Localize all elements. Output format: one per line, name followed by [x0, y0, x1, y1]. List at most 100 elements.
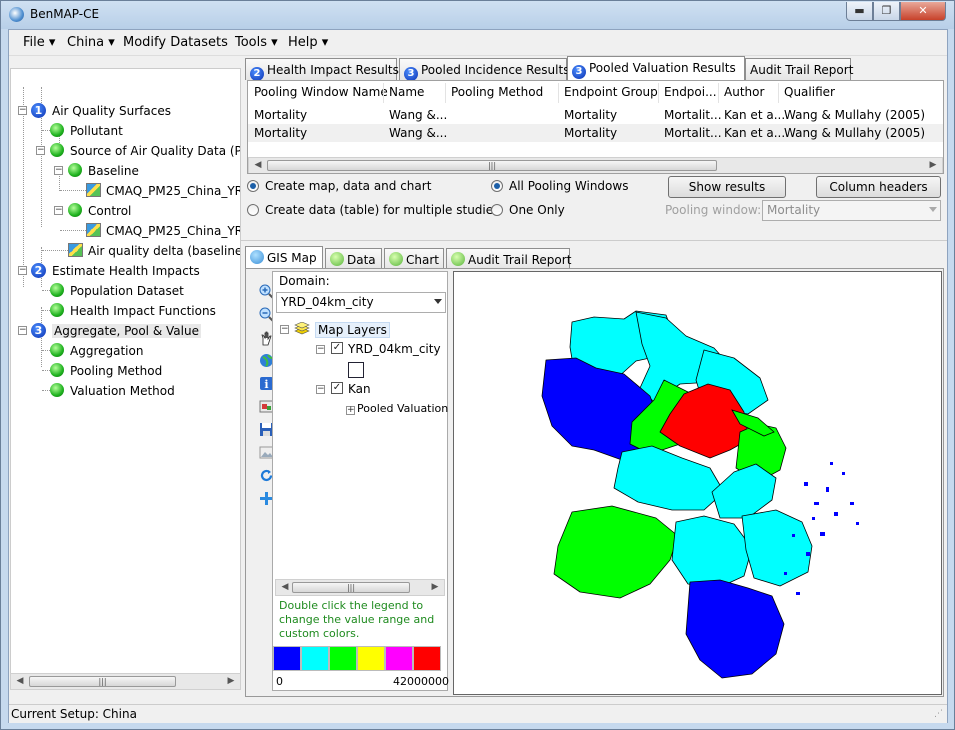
tab-audit-trail-report[interactable]: Audit Trail Report	[745, 58, 853, 80]
all-windows-radio[interactable]	[491, 180, 503, 192]
tab-data[interactable]: Data	[325, 248, 382, 269]
tab-chart[interactable]: Chart	[384, 248, 444, 269]
column-headers-button[interactable]: Column headers	[816, 176, 941, 198]
menu-help[interactable]: Help ▾	[288, 35, 328, 50]
expand-toggle[interactable]: −	[280, 325, 289, 334]
title-bar[interactable]: BenMAP-CE ▬ ❐ ✕	[1, 1, 954, 29]
minimize-button[interactable]: ▬	[846, 2, 873, 21]
table-row[interactable]: Mortality Wang &... Mortality Mortalit..…	[248, 106, 943, 124]
scroll-left-icon[interactable]: ◀	[278, 581, 292, 594]
tab-audit-trail-report-bottom[interactable]: Audit Trail Report	[446, 248, 571, 269]
layer-kan[interactable]: Kan	[348, 382, 371, 396]
scroll-left-icon[interactable]: ◀	[251, 159, 265, 172]
ramp-swatch-red[interactable]	[413, 646, 441, 671]
col-header[interactable]: Qualifier	[784, 85, 835, 99]
expand-toggle[interactable]: +	[346, 406, 355, 415]
domain-select[interactable]: YRD_04km_city	[276, 292, 446, 313]
col-header[interactable]: Name	[389, 85, 424, 99]
tree-control-file[interactable]: CMAQ_PM25_China_YRD_	[106, 224, 240, 238]
expand-toggle[interactable]: −	[18, 106, 27, 115]
tab-gis-map[interactable]: GIS Map	[245, 246, 323, 269]
map-layers-icon	[294, 322, 310, 335]
col-header[interactable]: Endpoi...	[664, 85, 717, 99]
gis-map-view[interactable]	[453, 271, 942, 695]
menu-file[interactable]: File ▾	[23, 35, 55, 50]
grid-horizontal-scrollbar[interactable]: ◀ ||| ▶	[248, 157, 943, 173]
create-table-label[interactable]: Create data (table) for multiple studies	[265, 203, 499, 217]
status-bar: Current Setup: China ⋰	[9, 704, 947, 723]
expand-toggle[interactable]: −	[36, 146, 45, 155]
menu-tools[interactable]: Tools ▾	[235, 35, 278, 50]
tab-pooled-incidence-results[interactable]: 3 Pooled Incidence Results	[399, 58, 569, 81]
step-3-icon: 3	[31, 323, 46, 338]
tree-pollutant[interactable]: Pollutant	[70, 124, 123, 138]
grid-file-icon	[86, 223, 101, 237]
tree-baseline[interactable]: Baseline	[88, 164, 139, 178]
chevron-down-icon	[929, 207, 937, 212]
expand-toggle[interactable]: −	[54, 206, 63, 215]
tree-estimate-health-impacts[interactable]: Estimate Health Impacts	[52, 264, 200, 278]
menu-china[interactable]: China ▾	[67, 35, 115, 50]
map-layers-node[interactable]: Map Layers	[315, 322, 390, 338]
tree-valuation-method[interactable]: Valuation Method	[70, 384, 175, 398]
create-map-label[interactable]: Create map, data and chart	[265, 179, 431, 193]
cell: Kan et a...	[724, 108, 786, 122]
tree-source-of-aq-data[interactable]: Source of Air Quality Data (PM2	[70, 144, 240, 158]
col-header[interactable]: Pooling Window Name	[254, 85, 388, 99]
menu-modify-datasets[interactable]: Modify Datasets	[123, 35, 228, 50]
scroll-thumb[interactable]: |||	[267, 160, 717, 171]
tree-air-quality-surfaces[interactable]: Air Quality Surfaces	[52, 104, 171, 118]
pooling-window-select[interactable]: Mortality	[762, 200, 941, 221]
expand-toggle[interactable]: −	[18, 266, 27, 275]
tree-population-dataset[interactable]: Population Dataset	[70, 284, 184, 298]
tree-control[interactable]: Control	[88, 204, 131, 218]
scroll-right-icon[interactable]: ▶	[926, 159, 940, 172]
map-canvas[interactable]	[454, 272, 941, 694]
layer-checkbox[interactable]: ✓	[331, 342, 343, 354]
table-row[interactable]: Mortality Wang &... Mortality Mortalit..…	[248, 124, 943, 142]
scroll-right-icon[interactable]: ▶	[224, 675, 238, 688]
scroll-thumb[interactable]: |||	[29, 676, 176, 687]
ramp-swatch-cyan[interactable]	[301, 646, 329, 671]
expand-toggle[interactable]: −	[54, 166, 63, 175]
resize-grip-icon[interactable]: ⋰	[934, 709, 943, 719]
close-button[interactable]: ✕	[900, 2, 946, 21]
tab-pooled-valuation-results[interactable]: 3 Pooled Valuation Results	[567, 56, 745, 80]
ramp-swatch-magenta[interactable]	[385, 646, 413, 671]
tree-aq-delta[interactable]: Air quality delta (baseline -	[88, 244, 240, 258]
show-results-button[interactable]: Show results	[668, 176, 786, 198]
ramp-swatch-green[interactable]	[329, 646, 357, 671]
legend-horizontal-scrollbar[interactable]: ◀ ||| ▶	[275, 579, 445, 596]
one-only-radio[interactable]	[491, 204, 503, 216]
create-table-radio[interactable]	[247, 204, 259, 216]
layer-checkbox[interactable]: ✓	[331, 382, 343, 394]
create-map-radio[interactable]	[247, 180, 259, 192]
layer-yrd-04km-city[interactable]: YRD_04km_city	[348, 342, 441, 356]
layer-pooled-valuation[interactable]: Pooled Valuation	[357, 402, 448, 415]
client-area: File ▾ China ▾ Modify Datasets Tools ▾ H…	[8, 29, 948, 723]
scroll-right-icon[interactable]: ▶	[428, 581, 442, 594]
tab-label: GIS Map	[267, 251, 317, 265]
tree-baseline-file[interactable]: CMAQ_PM25_China_YRD_	[106, 184, 240, 198]
tree-health-impact-functions[interactable]: Health Impact Functions	[70, 304, 216, 318]
tab-health-impact-results[interactable]: 2 Health Impact Results	[245, 58, 399, 81]
ramp-swatch-yellow[interactable]	[357, 646, 385, 671]
maximize-button[interactable]: ❐	[873, 2, 900, 21]
col-header[interactable]: Pooling Method	[451, 85, 543, 99]
one-only-label[interactable]: One Only	[509, 203, 565, 217]
tree-aggregate-pool-value[interactable]: Aggregate, Pool & Value	[52, 324, 201, 338]
scroll-thumb[interactable]: |||	[292, 582, 410, 593]
tree-horizontal-scrollbar[interactable]: ◀ ||| ▶	[10, 673, 241, 690]
ramp-swatch-blue[interactable]	[273, 646, 301, 671]
col-header[interactable]: Endpoint Group	[564, 85, 658, 99]
layer-symbol-swatch[interactable]	[348, 362, 364, 378]
expand-toggle[interactable]: −	[18, 326, 27, 335]
expand-toggle[interactable]: −	[316, 345, 325, 354]
all-windows-label[interactable]: All Pooling Windows	[509, 179, 628, 193]
expand-toggle[interactable]: −	[316, 385, 325, 394]
tree-aggregation[interactable]: Aggregation	[70, 344, 143, 358]
col-header[interactable]: Author	[724, 85, 764, 99]
tree-pooling-method[interactable]: Pooling Method	[70, 364, 162, 378]
scroll-left-icon[interactable]: ◀	[13, 675, 27, 688]
app-icon	[9, 7, 24, 22]
